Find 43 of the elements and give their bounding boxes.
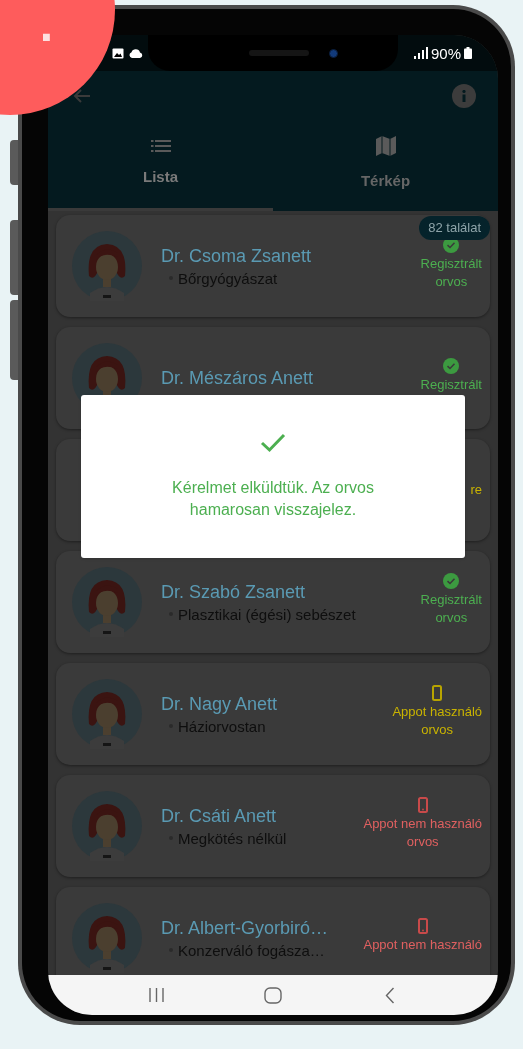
doctor-name: Dr. Albert-Gyorbiró…	[161, 916, 330, 939]
doctor-name: Dr. Csoma Zsanett	[161, 244, 313, 267]
image-icon	[112, 47, 124, 59]
doctor-status: Appot használó orvos	[392, 703, 482, 739]
doctor-name: Dr. Nagy Anett	[161, 692, 279, 715]
doctor-status: Regisztrált orvos	[420, 591, 482, 627]
check-circle-icon	[443, 358, 460, 374]
back-chevron-icon	[384, 986, 395, 1004]
check-circle-icon	[443, 573, 460, 589]
doctor-status: Regisztrált orvos	[420, 255, 482, 291]
tab[interactable]: Lista	[48, 121, 273, 211]
step-number: .	[39, 1, 53, 49]
result-count-badge: 82 találat	[419, 216, 490, 240]
avatar-icon	[72, 679, 142, 749]
doctor-status: Appot nem használó	[363, 936, 482, 954]
map-icon	[375, 136, 396, 157]
doctor-name: Dr. Szabó Zsanett	[161, 580, 307, 603]
back-arrow-icon	[73, 88, 91, 104]
tab[interactable]: Térkép	[273, 121, 498, 211]
checkmark-icon	[260, 433, 286, 453]
recent-apps-icon	[147, 987, 165, 1003]
dialog-message: Kérelmet elküldtük. Az orvos hamarosan visszajelez.	[171, 478, 375, 520]
phone-icon	[432, 685, 443, 701]
list-icon	[150, 140, 171, 153]
cloud-icon	[128, 48, 143, 58]
home-icon	[264, 986, 282, 1004]
avatar-icon	[72, 231, 142, 301]
doctor-status: Appot nem használó orvos	[363, 815, 482, 851]
battery-icon	[464, 47, 472, 59]
avatar-icon	[72, 567, 142, 637]
avatar-icon	[72, 903, 142, 973]
signal-icon	[413, 47, 428, 59]
doctor-status: re	[470, 481, 482, 499]
doctor-name: Dr. Csáti Anett	[161, 804, 278, 827]
camera-lens	[328, 48, 338, 58]
avatar-icon	[72, 791, 142, 861]
battery-percent: 90%	[430, 45, 461, 61]
doctor-status: Regisztrált	[420, 376, 482, 394]
info-icon	[462, 90, 466, 102]
phone-icon	[417, 797, 428, 813]
check-circle-icon	[443, 237, 460, 253]
doctor-name: Dr. Mészáros Anett	[161, 367, 315, 389]
phone-icon	[417, 918, 428, 934]
